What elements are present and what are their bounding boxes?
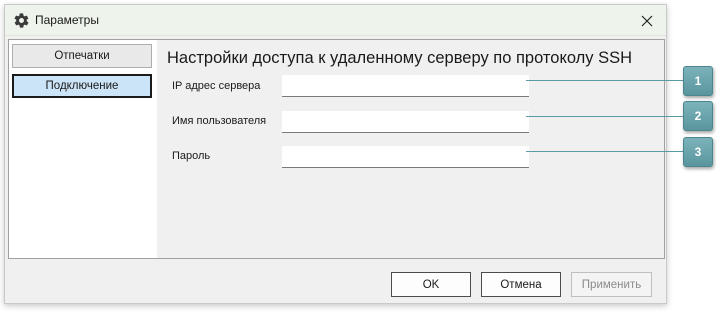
nav-item-label: Подключение [45, 80, 119, 92]
username-input[interactable] [282, 111, 529, 133]
settings-nav: Отпечатки Подключение [8, 39, 158, 259]
window-title: Параметры [35, 13, 99, 27]
cancel-button-label: Отмена [500, 278, 542, 291]
callout-line-3 [526, 151, 684, 152]
ok-button-label: OK [422, 278, 440, 291]
ip-address-input[interactable] [282, 75, 529, 97]
close-button[interactable] [628, 5, 666, 36]
connection-settings-panel: Настройки доступа к удаленному серверу п… [157, 39, 665, 259]
callout-line-1 [526, 80, 684, 81]
nav-item-label: Отпечатки [54, 50, 110, 62]
cancel-button[interactable]: Отмена [481, 272, 561, 297]
apply-button[interactable]: Применить [571, 272, 652, 297]
settings-dialog: Параметры Отпечатки Подключение Настройк… [4, 4, 667, 304]
screenshot-stage: Параметры Отпечатки Подключение Настройк… [0, 0, 725, 317]
nav-item-prints[interactable]: Отпечатки [12, 44, 152, 68]
callout-badge-2: 2 [683, 101, 713, 131]
password-input[interactable] [282, 146, 529, 168]
apply-button-label: Применить [581, 278, 642, 291]
title-bar: Параметры [5, 5, 666, 36]
callout-line-2 [526, 116, 684, 117]
close-icon [641, 15, 653, 26]
ip-address-label: IP адрес сервера [172, 80, 261, 92]
gear-icon [13, 12, 30, 29]
password-label: Пароль [172, 150, 211, 162]
callout-badge-1: 1 [683, 66, 713, 96]
nav-item-connection[interactable]: Подключение [12, 74, 152, 98]
section-heading: Настройки доступа к удаленному серверу п… [167, 49, 633, 67]
callout-badge-3: 3 [683, 137, 713, 167]
ok-button[interactable]: OK [391, 272, 471, 297]
username-label: Имя пользователя [172, 115, 267, 127]
